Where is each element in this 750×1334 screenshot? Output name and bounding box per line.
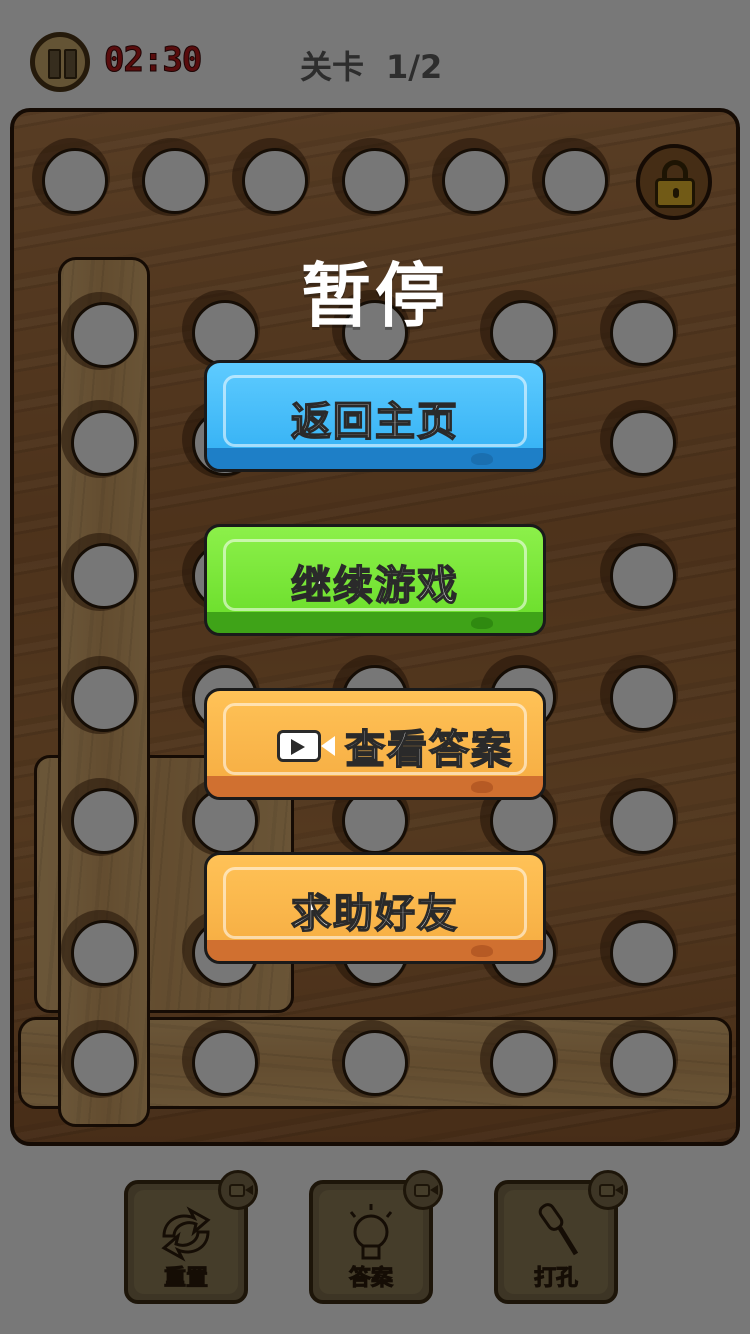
return-home-button[interactable]: 返回主页	[204, 360, 546, 472]
modal-backdrop[interactable]	[0, 0, 750, 1334]
video-icon	[277, 730, 335, 762]
ask-friend-button[interactable]: 求助好友	[204, 852, 546, 964]
pause-title: 暂停	[301, 255, 449, 337]
continue-game-button[interactable]: 继续游戏	[204, 524, 546, 636]
return-home-label: 返回主页	[290, 398, 459, 446]
ask-friend-label: 求助好友	[290, 890, 459, 938]
game-screen: 02:30 关卡1/2	[0, 0, 750, 1334]
view-answer-button[interactable]: 查看答案	[204, 688, 546, 800]
view-answer-label: 查看答案	[344, 726, 513, 774]
continue-game-label: 继续游戏	[290, 562, 459, 610]
